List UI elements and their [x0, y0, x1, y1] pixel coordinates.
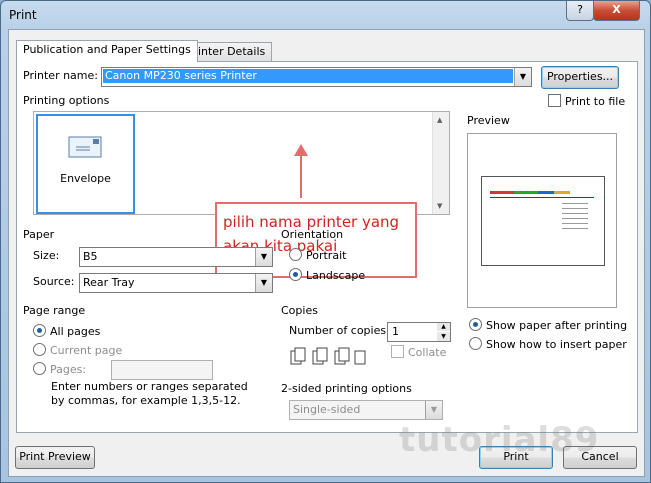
- collate-pages-icon: [290, 347, 366, 365]
- collate-label: Collate: [408, 346, 447, 359]
- dialog-client-area: Publication and Paper Settings Printer D…: [8, 29, 645, 477]
- scroll-up-icon[interactable]: ▲: [437, 116, 442, 124]
- show-paper-after-printing-radio[interactable]: Show paper after printing: [469, 318, 627, 332]
- chevron-down-icon[interactable]: ▼: [425, 401, 442, 419]
- number-of-copies-label: Number of copies:: [289, 324, 390, 337]
- printer-name-select[interactable]: Canon MP230 series Printer ▼: [101, 67, 532, 87]
- size-label: Size:: [33, 249, 60, 262]
- tab-pane: Printer name: Canon MP230 series Printer…: [16, 61, 638, 433]
- pages-label: Pages:: [50, 363, 87, 376]
- title-bar[interactable]: Print ? X: [1, 1, 650, 29]
- collate-checkbox[interactable]: Collate: [391, 345, 446, 359]
- radio-icon[interactable]: [289, 268, 302, 281]
- source-label: Source:: [33, 275, 75, 288]
- print-to-file-label: Print to file: [565, 95, 626, 108]
- all-pages-radio[interactable]: All pages: [33, 324, 100, 338]
- envelope-icon: [68, 136, 102, 158]
- paper-size-value: B5: [83, 250, 98, 263]
- radio-icon[interactable]: [33, 324, 46, 337]
- two-sided-select[interactable]: Single-sided ▼: [289, 400, 443, 420]
- annotation-arrow-line: [300, 154, 302, 198]
- all-pages-label: All pages: [50, 325, 101, 338]
- spin-down-icon[interactable]: ▼: [437, 332, 450, 341]
- radio-icon[interactable]: [469, 318, 482, 331]
- printing-options-label: Printing options: [23, 94, 110, 107]
- properties-button[interactable]: Properties...: [541, 66, 619, 89]
- portrait-radio[interactable]: Portrait: [289, 248, 346, 262]
- spin-up-icon[interactable]: ▲: [437, 323, 450, 331]
- copies-label: Copies: [281, 304, 318, 317]
- preview-label: Preview: [467, 114, 510, 127]
- preview-header-line: [490, 191, 570, 194]
- watermark-logo: tutorial89: [399, 420, 600, 460]
- radio-icon[interactable]: [33, 362, 46, 375]
- chevron-down-icon[interactable]: ▼: [255, 274, 272, 292]
- scroll-down-icon[interactable]: ▼: [437, 202, 442, 210]
- print-preview-button[interactable]: Print Preview: [15, 446, 95, 469]
- radio-icon[interactable]: [33, 343, 46, 356]
- close-button[interactable]: X: [593, 1, 640, 21]
- number-of-copies-input[interactable]: 1 ▲ ▼: [387, 322, 451, 342]
- show-insert-label: Show how to insert paper: [486, 338, 627, 351]
- checkbox-icon[interactable]: [548, 94, 561, 107]
- preview-paper: [481, 176, 605, 266]
- envelope-tile[interactable]: Envelope: [36, 114, 135, 214]
- show-paper-label: Show paper after printing: [486, 319, 628, 332]
- paper-source-value: Rear Tray: [83, 276, 135, 289]
- current-page-label: Current page: [50, 344, 123, 357]
- page-range-label: Page range: [23, 304, 86, 317]
- vertical-scrollbar[interactable]: ▲ ▼: [432, 112, 449, 214]
- preview-text-lines: [562, 203, 588, 233]
- checkbox-icon[interactable]: [391, 345, 404, 358]
- pages-input[interactable]: [111, 360, 213, 380]
- preview-rule: [490, 197, 594, 198]
- envelope-label: Envelope: [60, 172, 111, 185]
- page-range-hint: Enter numbers or ranges separated by com…: [51, 380, 248, 407]
- paper-source-select[interactable]: Rear Tray ▼: [79, 273, 273, 293]
- current-page-radio[interactable]: Current page: [33, 343, 122, 357]
- preview-pane: [467, 133, 617, 308]
- chevron-down-icon[interactable]: ▼: [514, 68, 531, 86]
- printer-name-value: Canon MP230 series Printer: [103, 69, 513, 83]
- show-how-to-insert-paper-radio[interactable]: Show how to insert paper: [469, 337, 627, 351]
- chevron-down-icon[interactable]: ▼: [255, 248, 272, 266]
- pages-radio[interactable]: Pages:: [33, 362, 86, 376]
- two-sided-label: 2-sided printing options: [281, 382, 412, 395]
- printing-options-list[interactable]: Envelope ▲ ▼: [33, 111, 450, 215]
- landscape-label: Landscape: [306, 269, 366, 282]
- radio-icon[interactable]: [469, 337, 482, 350]
- paper-size-select[interactable]: B5 ▼: [79, 247, 273, 267]
- print-to-file-checkbox[interactable]: Print to file: [548, 94, 625, 108]
- tab-publication-paper-settings[interactable]: Publication and Paper Settings: [16, 40, 198, 62]
- window-title: Print: [9, 8, 37, 22]
- printer-name-label: Printer name:: [23, 69, 98, 82]
- print-dialog-window: Print ? X Publication and Paper Settings…: [0, 0, 651, 483]
- radio-icon[interactable]: [289, 248, 302, 261]
- portrait-label: Portrait: [306, 249, 347, 262]
- paper-label: Paper: [23, 228, 55, 241]
- help-button[interactable]: ?: [566, 1, 594, 21]
- number-of-copies-value: 1: [392, 325, 399, 338]
- orientation-label: Orientation: [281, 228, 344, 241]
- landscape-radio[interactable]: Landscape: [289, 268, 365, 282]
- two-sided-value: Single-sided: [293, 403, 361, 416]
